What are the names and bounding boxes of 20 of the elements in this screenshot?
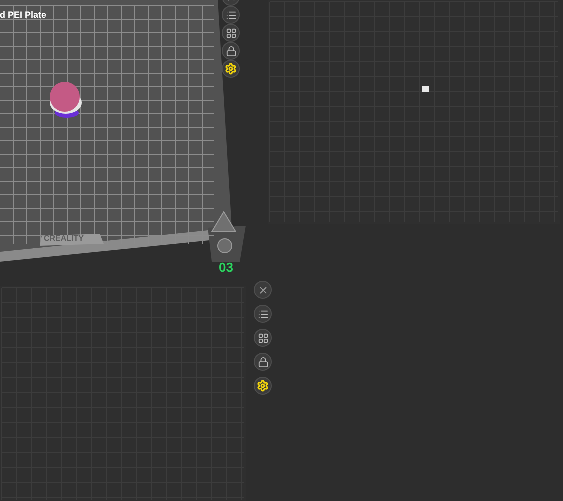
settings-button[interactable] — [254, 377, 272, 395]
lock-icon — [226, 46, 236, 56]
list-button[interactable] — [222, 6, 240, 24]
plate-number: 03 — [219, 259, 234, 277]
lock-icon — [258, 356, 268, 368]
grid-icon — [258, 332, 268, 344]
grid-icon — [226, 28, 236, 38]
close-icon — [258, 284, 268, 296]
settings-icon — [225, 63, 237, 75]
small-model — [422, 86, 429, 92]
settings-button[interactable] — [222, 60, 240, 78]
plate-brand: CREALITY — [44, 233, 84, 245]
plate-name: d PEI Plate — [0, 9, 47, 22]
arrange-button[interactable] — [254, 329, 272, 347]
lock-button[interactable] — [222, 42, 240, 60]
lock-button[interactable] — [254, 353, 272, 371]
arrange-button[interactable] — [222, 24, 240, 42]
settings-icon — [257, 380, 269, 392]
model-drawing — [50, 82, 82, 118]
list-button[interactable] — [254, 305, 272, 323]
